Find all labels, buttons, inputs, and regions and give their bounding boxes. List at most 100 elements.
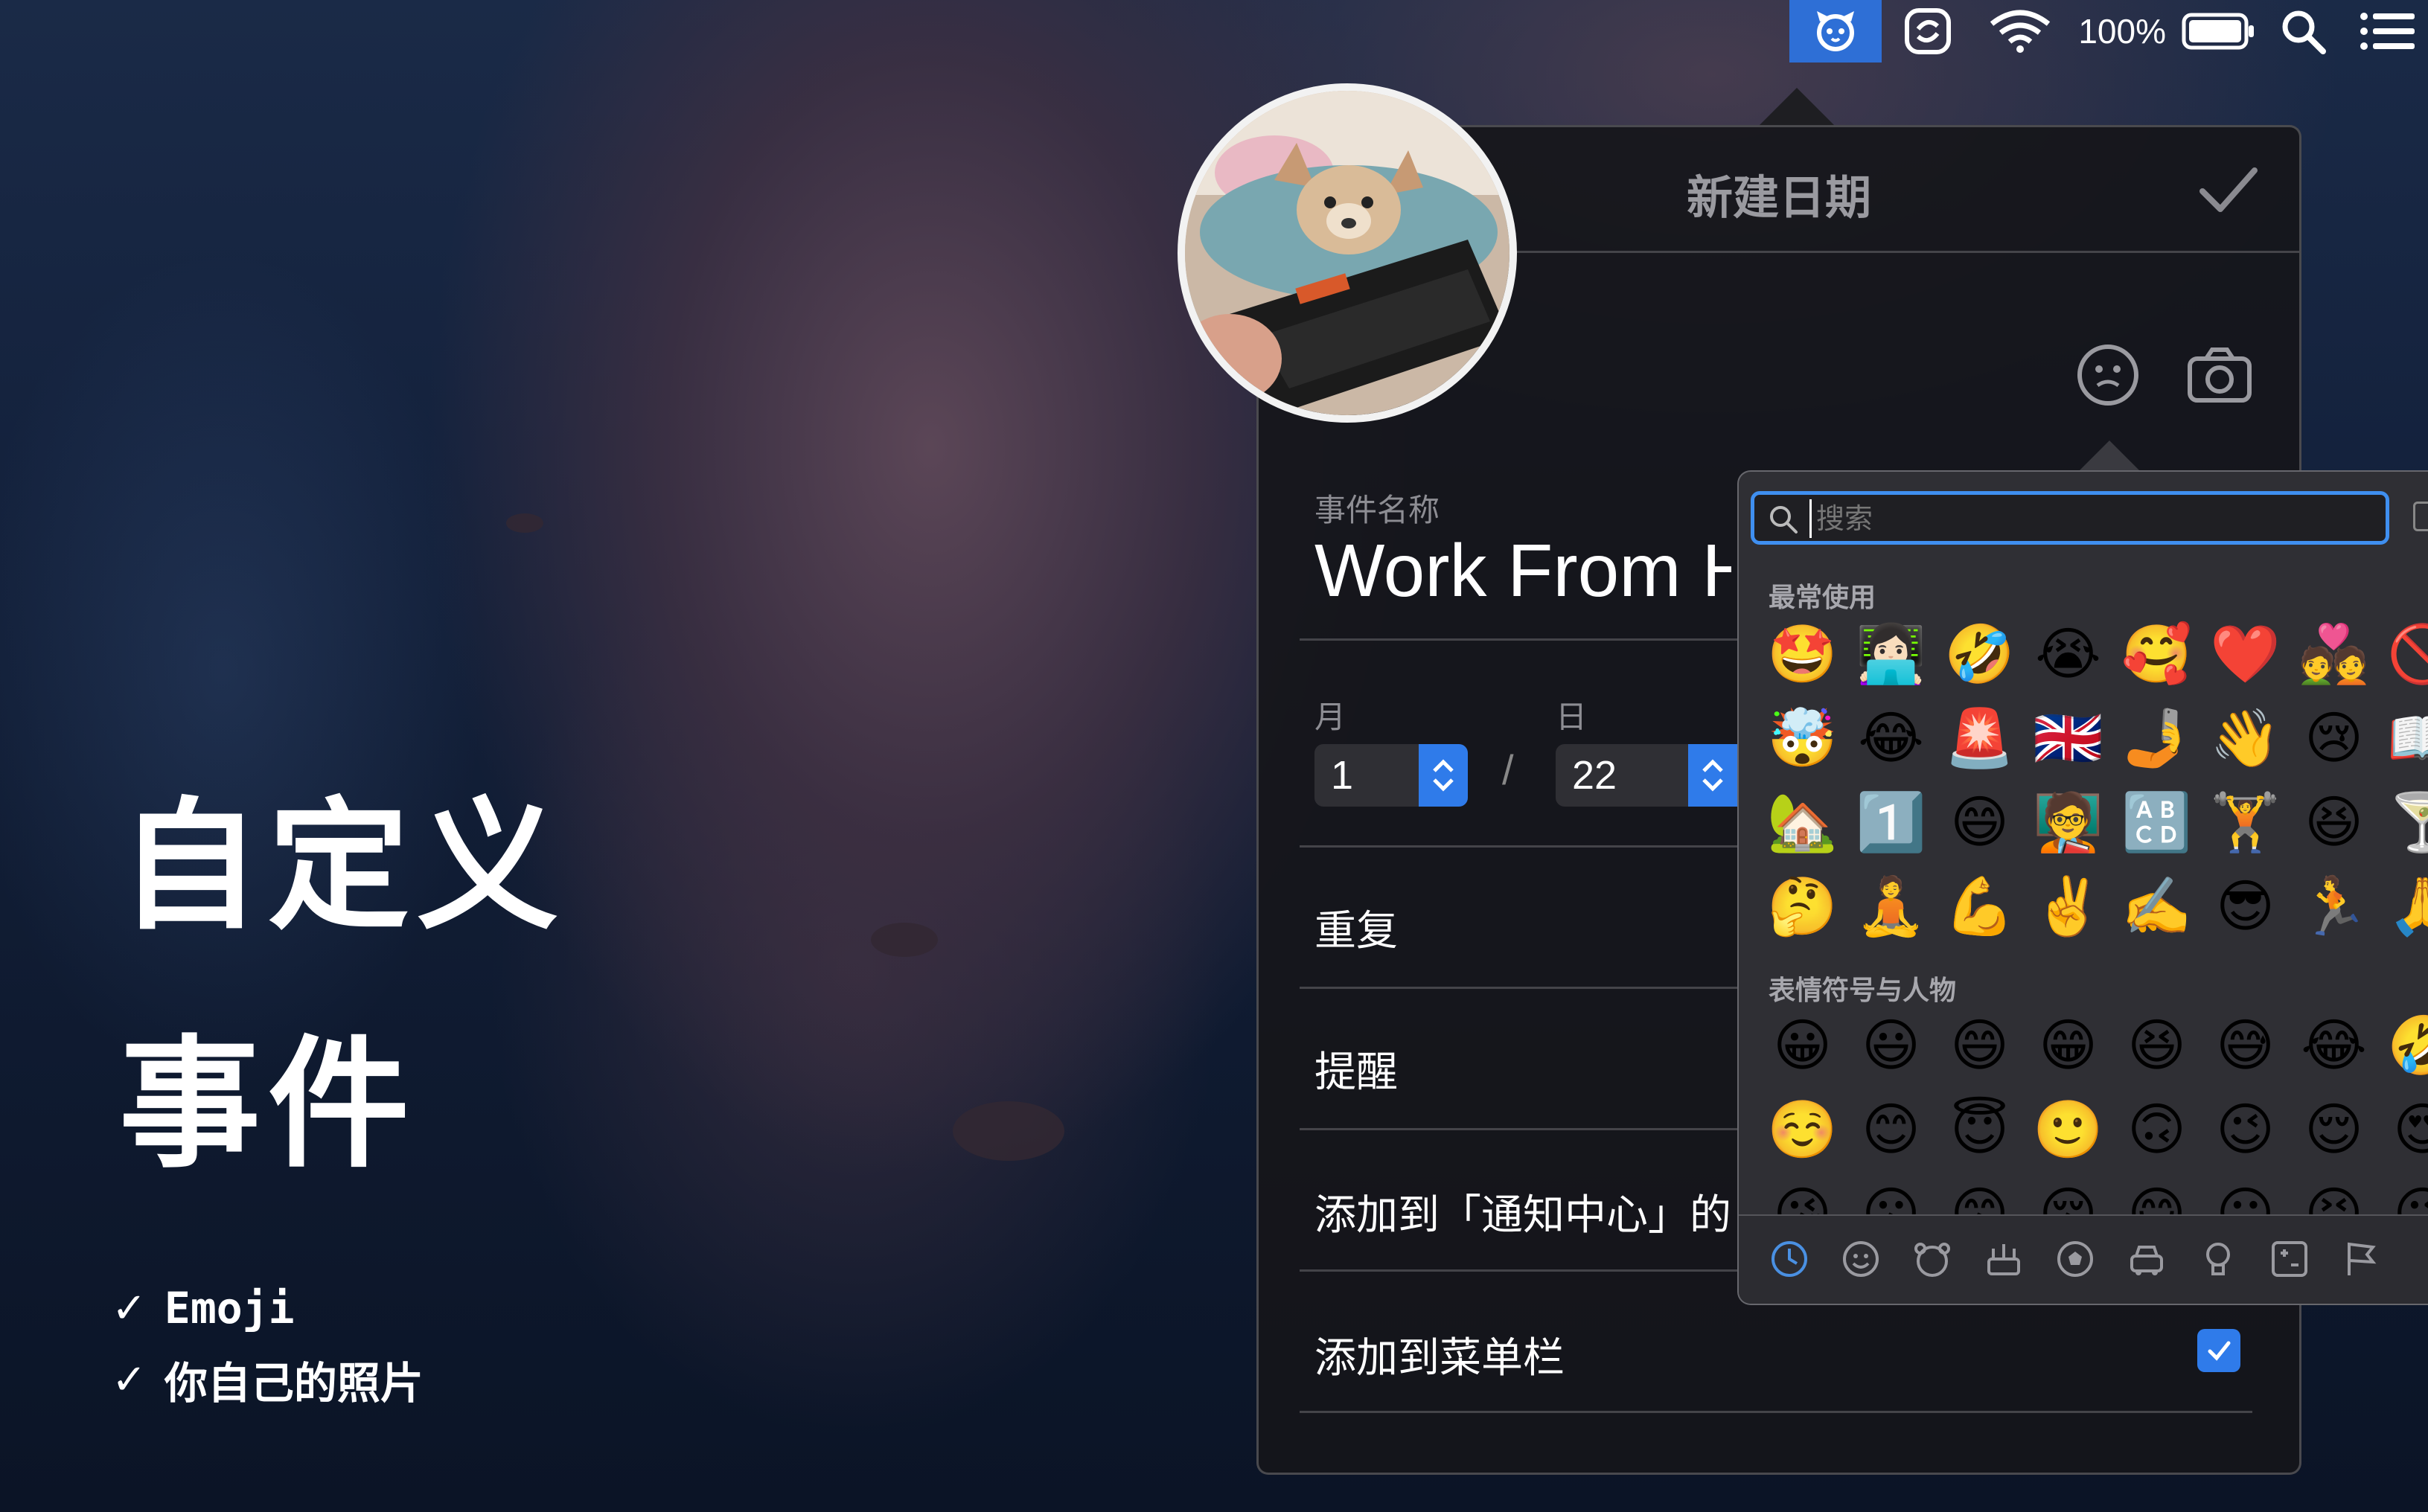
search-icon	[2282, 10, 2326, 54]
emoji-item[interactable]: 😆	[2290, 780, 2378, 864]
battery-icon	[2182, 13, 2254, 50]
emoji-item[interactable]: 😍	[2378, 1087, 2428, 1171]
bear-icon[interactable]	[1911, 1238, 1953, 1280]
emoji-item[interactable]: 🙂	[2024, 1087, 2112, 1171]
emoji-item[interactable]: 💪	[1935, 864, 2024, 948]
add-to-menubar-checkbox[interactable]	[2197, 1329, 2240, 1372]
emoji-item[interactable]: 📖	[2378, 696, 2428, 780]
emoji-item[interactable]: 🍸	[2378, 780, 2428, 864]
emoji-item[interactable]: 😆	[2112, 1003, 2201, 1087]
smileys-category-label: 表情符号与人物	[1769, 976, 1957, 1006]
month-value: 1	[1331, 753, 1354, 798]
promo-title-line2: 事件	[119, 1022, 418, 1187]
checkmark-icon: ✓	[112, 1284, 147, 1333]
menubar-sync-button[interactable]	[1882, 0, 1974, 63]
checkmark-icon: ✓	[112, 1355, 147, 1404]
day-stepper[interactable]: 22	[1556, 744, 1737, 807]
emoji-item[interactable]: 👩🏻‍💻	[1847, 612, 1935, 696]
app-dog-icon	[1817, 11, 1855, 51]
emoji-item[interactable]: 💑	[2290, 612, 2378, 696]
wallpaper-rock	[953, 1101, 1064, 1161]
symbols-icon[interactable]	[2269, 1238, 2310, 1280]
emoji-item[interactable]: 😇	[1935, 1087, 2024, 1171]
repeat-row[interactable]: 重复	[1314, 897, 1398, 958]
emoji-item[interactable]: 🏋️	[2201, 780, 2290, 864]
promo-feature-list: ✓ Emoji ✓ 你自己的照片	[112, 1272, 424, 1415]
event-name-field[interactable]: Work From H	[1314, 528, 1731, 614]
wifi-icon	[1990, 10, 2051, 53]
emoji-item[interactable]: 😄	[1935, 1003, 2024, 1087]
emoji-item[interactable]: 🤳	[2112, 696, 2201, 780]
emoji-item[interactable]: 🧘	[1847, 864, 1935, 948]
emoji-search-box[interactable]	[1751, 491, 2389, 545]
emoji-item[interactable]: 🔠	[2112, 780, 2201, 864]
emoji-item[interactable]: ❤️	[2201, 612, 2290, 696]
emoji-item[interactable]: 🇬🇧	[2024, 696, 2112, 780]
event-photo-avatar[interactable]	[1178, 83, 1517, 423]
list-icon	[2360, 13, 2415, 50]
emoji-item[interactable]: 😂	[2290, 1003, 2378, 1087]
emoji-item[interactable]: 🚫	[2378, 612, 2428, 696]
character-viewer-icon[interactable]	[2413, 502, 2428, 531]
month-label: 月	[1314, 699, 1346, 735]
food-icon[interactable]	[1983, 1238, 2025, 1280]
flag-icon[interactable]	[2340, 1238, 2382, 1280]
emoji-item[interactable]: 🚨	[1935, 696, 2024, 780]
reminder-row[interactable]: 提醒	[1314, 1039, 1398, 1099]
add-to-menubar-row[interactable]: 添加到菜单栏	[1314, 1324, 1565, 1385]
emoji-item[interactable]: 🤯	[1758, 696, 1847, 780]
camera-icon[interactable]	[2184, 339, 2255, 411]
emoji-item[interactable]: 🥰	[2112, 612, 2201, 696]
battery-percent: 100%	[2078, 12, 2166, 51]
done-checkmark-icon[interactable]	[2192, 154, 2264, 225]
emoji-item[interactable]: 😢	[2290, 696, 2378, 780]
bulb-icon[interactable]	[2197, 1238, 2239, 1280]
emoji-item[interactable]: 😉	[2201, 1087, 2290, 1171]
emoji-item[interactable]: 😂	[1847, 696, 1935, 780]
emoji-item[interactable]: 😭	[2024, 612, 2112, 696]
emoji-item[interactable]: 🤣	[1935, 612, 2024, 696]
emoji-item[interactable]: 🤩	[1758, 612, 1847, 696]
emoji-item[interactable]: 🏃	[2290, 864, 2378, 948]
car-icon[interactable]	[2126, 1238, 2167, 1280]
stepper-arrows-icon[interactable]	[1688, 744, 1737, 807]
emoji-item[interactable]: 🏡	[1758, 780, 1847, 864]
feature-label: Emoji	[164, 1283, 295, 1333]
menubar-battery-button[interactable]	[2178, 0, 2260, 63]
emoji-item[interactable]: ✍️	[2112, 864, 2201, 948]
month-stepper[interactable]: 1	[1314, 744, 1468, 807]
emoji-item[interactable]: 🧑‍🏫	[2024, 780, 2112, 864]
ball-icon[interactable]	[2054, 1238, 2096, 1280]
clock-icon[interactable]	[1769, 1238, 1810, 1280]
emoji-item[interactable]: 🙃	[2112, 1087, 2201, 1171]
emoji-item[interactable]: 😅	[2201, 1003, 2290, 1087]
emoji-item[interactable]: ✌️	[2024, 864, 2112, 948]
menubar-app-button[interactable]	[1789, 0, 1882, 63]
emoji-item[interactable]: 😀	[1758, 1003, 1847, 1087]
emoji-item[interactable]: ☺️	[1758, 1087, 1847, 1171]
emoji-item[interactable]: 🤔	[1758, 864, 1847, 948]
menubar-notification-button[interactable]	[2346, 0, 2428, 63]
emoji-item[interactable]: 😄	[1935, 780, 2024, 864]
app-sync-icon	[1905, 8, 1952, 54]
emoji-search-input[interactable]	[1809, 499, 2339, 538]
emoji-item[interactable]: 😃	[1847, 1003, 1935, 1087]
emoji-item[interactable]: 😌	[2290, 1087, 2378, 1171]
menubar-spotlight-button[interactable]	[2260, 0, 2346, 63]
date-separator: /	[1502, 746, 1514, 793]
emoji-item[interactable]: 🤣	[2378, 1003, 2428, 1087]
emoji-item[interactable]: 🙏	[2378, 864, 2428, 948]
emoji-item[interactable]: 😁	[2024, 1003, 2112, 1087]
menubar-wifi-button[interactable]	[1974, 0, 2066, 63]
emoji-item[interactable]: 😊	[1847, 1087, 1935, 1171]
frequent-emoji-grid: 🤩👩🏻‍💻🤣😭🥰❤️💑🚫 🤯😂🚨🇬🇧🤳👋😢📖 🏡1️⃣😄🧑‍🏫🔠🏋️😆🍸 🤔🧘💪✌️✍…	[1758, 612, 2428, 948]
emoji-picker-icon[interactable]	[2072, 339, 2144, 411]
emoji-item[interactable]: 😎	[2201, 864, 2290, 948]
emoji-item[interactable]: 👋	[2201, 696, 2290, 780]
smiley-icon[interactable]	[1840, 1238, 1882, 1280]
emoji-item[interactable]: 1️⃣	[1847, 780, 1935, 864]
add-to-notification-center-row[interactable]: 添加到「通知中心」的	[1314, 1182, 1739, 1242]
dog-photo	[1185, 91, 1509, 415]
divider	[1300, 1411, 2252, 1413]
stepper-arrows-icon[interactable]	[1419, 744, 1468, 807]
